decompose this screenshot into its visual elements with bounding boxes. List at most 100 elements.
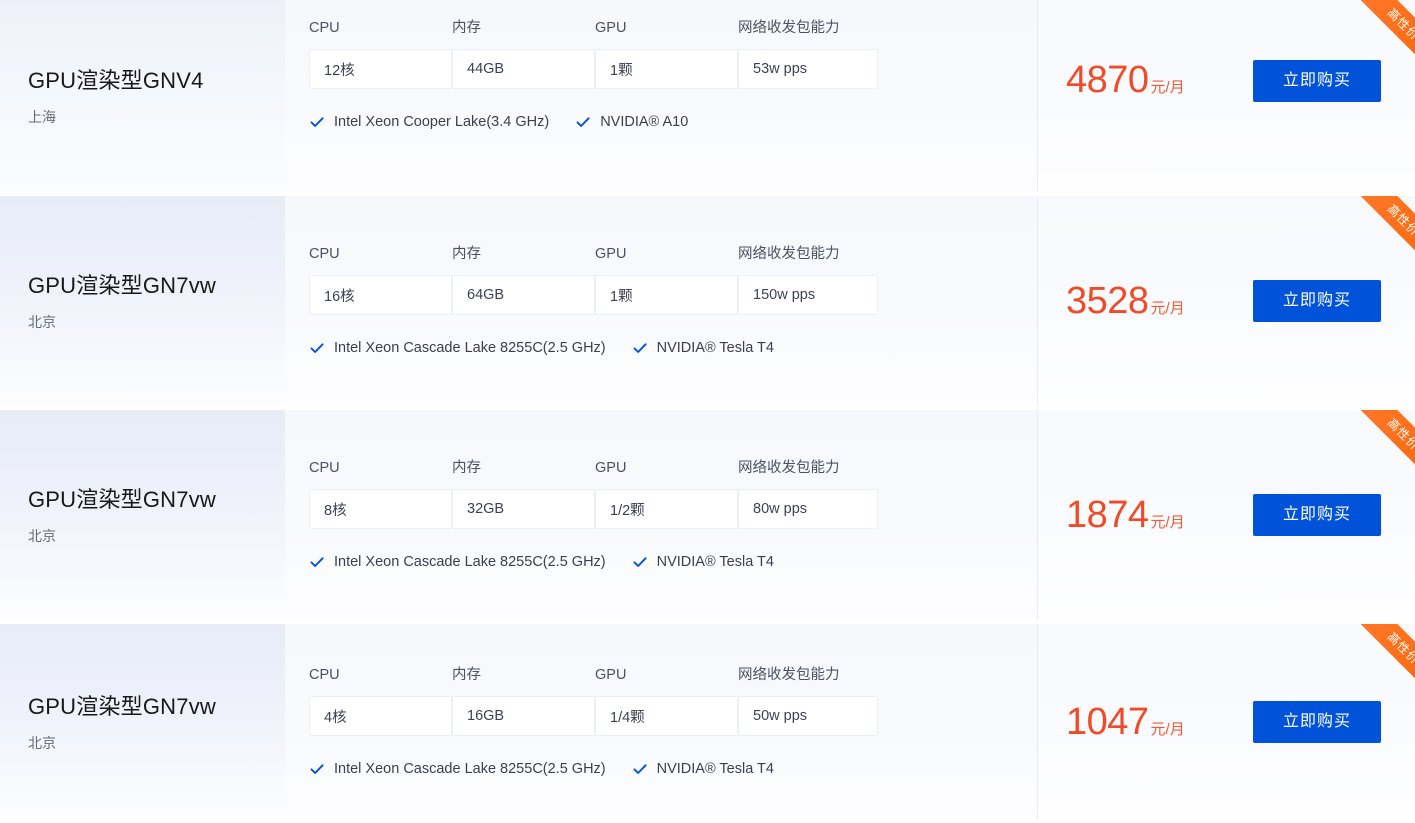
- plan-price-panel: 3528 元/月 立即购买: [1037, 196, 1415, 406]
- spec-value-cpu[interactable]: 4核: [309, 696, 452, 736]
- spec-value-memory[interactable]: 16GB: [452, 696, 595, 736]
- spec-value-gpu[interactable]: 1颗: [595, 275, 738, 315]
- plan-spec-panel: CPU 4核 内存 16GB GPU 1/4颗 网络收发包能力 50w pps: [285, 624, 1037, 820]
- spec-network: 网络收发包能力 53w pps: [738, 18, 894, 89]
- price-block: 3528 元/月: [1038, 281, 1253, 321]
- feature-item: Intel Xeon Cascade Lake 8255C(2.5 GHz): [309, 759, 606, 779]
- plan-card[interactable]: GPU渲染型GN7vw 北京 CPU 8核 内存 32GB GPU 1/2颗 网…: [0, 410, 1415, 620]
- spec-value-memory[interactable]: 64GB: [452, 275, 595, 315]
- feature-item: NVIDIA® Tesla T4: [632, 338, 774, 358]
- feature-item: NVIDIA® Tesla T4: [632, 759, 774, 779]
- price-unit: 元/月: [1150, 514, 1185, 531]
- plan-spec-panel: CPU 16核 内存 64GB GPU 1颗 网络收发包能力 150w pps: [285, 196, 1037, 406]
- plan-region: 北京: [28, 313, 56, 330]
- feature-text: NVIDIA® Tesla T4: [656, 340, 774, 356]
- spec-cpu: CPU 12核: [309, 18, 452, 89]
- spec-memory: 内存 32GB: [452, 458, 595, 529]
- spec-network: 网络收发包能力 150w pps: [738, 244, 894, 315]
- buy-now-button[interactable]: 立即购买: [1253, 280, 1381, 322]
- plan-price-panel: 1047 元/月 立即购买: [1037, 624, 1415, 820]
- spec-memory: 内存 44GB: [452, 18, 595, 89]
- check-icon: [576, 117, 590, 127]
- gpu-instance-plan-list: GPU渲染型GNV4 上海 CPU 12核 内存 44GB GPU 1颗 网络收…: [0, 0, 1415, 823]
- check-icon: [633, 764, 647, 774]
- spec-label-cpu: CPU: [309, 246, 340, 262]
- spec-cpu: CPU 16核: [309, 244, 452, 315]
- spec-value-memory[interactable]: 44GB: [452, 49, 595, 89]
- spec-row: CPU 12核 内存 44GB GPU 1颗 网络收发包能力 53w pps: [309, 18, 1037, 89]
- check-icon: [633, 557, 647, 567]
- price-amount: 1047: [1066, 701, 1149, 743]
- spec-gpu: GPU 1/4颗: [595, 665, 738, 736]
- spec-gpu: GPU 1颗: [595, 244, 738, 315]
- plan-card[interactable]: GPU渲染型GNV4 上海 CPU 12核 内存 44GB GPU 1颗 网络收…: [0, 0, 1415, 192]
- plan-card[interactable]: GPU渲染型GN7vw 北京 CPU 16核 内存 64GB GPU 1颗 网络…: [0, 196, 1415, 406]
- spec-value-cpu[interactable]: 16核: [309, 275, 452, 315]
- spec-network: 网络收发包能力 50w pps: [738, 665, 894, 736]
- spec-label-memory: 内存: [452, 460, 481, 476]
- spec-gpu: GPU 1/2颗: [595, 458, 738, 529]
- spec-value-network[interactable]: 80w pps: [738, 489, 878, 529]
- buy-now-button[interactable]: 立即购买: [1253, 494, 1381, 536]
- plan-identity-panel: GPU渲染型GN7vw 北京: [0, 624, 285, 820]
- spec-label-gpu: GPU: [595, 460, 627, 476]
- plan-region: 北京: [28, 527, 56, 544]
- spec-value-gpu[interactable]: 1/2颗: [595, 489, 738, 529]
- spec-value-network[interactable]: 50w pps: [738, 696, 878, 736]
- spec-value-cpu[interactable]: 8核: [309, 489, 452, 529]
- price-block: 1874 元/月: [1038, 495, 1253, 535]
- buy-now-button[interactable]: 立即购买: [1253, 701, 1381, 743]
- price-unit: 元/月: [1150, 79, 1185, 96]
- feature-item: Intel Xeon Cooper Lake(3.4 GHz): [309, 112, 549, 132]
- spec-label-network: 网络收发包能力: [738, 460, 840, 476]
- spec-row: CPU 16核 内存 64GB GPU 1颗 网络收发包能力 150w pps: [309, 244, 1037, 315]
- spec-label-cpu: CPU: [309, 667, 340, 683]
- plan-title: GPU渲染型GN7vw: [28, 272, 216, 298]
- price-unit: 元/月: [1150, 721, 1185, 738]
- spec-cpu: CPU 4核: [309, 665, 452, 736]
- plan-price-panel: 4870 元/月 立即购买: [1037, 0, 1415, 192]
- spec-label-network: 网络收发包能力: [738, 246, 840, 262]
- spec-value-memory[interactable]: 32GB: [452, 489, 595, 529]
- feature-text: NVIDIA® Tesla T4: [656, 761, 774, 777]
- plan-price-panel: 1874 元/月 立即购买: [1037, 410, 1415, 620]
- spec-value-cpu[interactable]: 12核: [309, 49, 452, 89]
- spec-value-network[interactable]: 53w pps: [738, 49, 878, 89]
- feature-text: Intel Xeon Cascade Lake 8255C(2.5 GHz): [334, 761, 606, 777]
- feature-item: Intel Xeon Cascade Lake 8255C(2.5 GHz): [309, 338, 606, 358]
- feature-text: Intel Xeon Cooper Lake(3.4 GHz): [334, 114, 550, 130]
- spec-value-gpu[interactable]: 1/4颗: [595, 696, 738, 736]
- spec-label-cpu: CPU: [309, 460, 340, 476]
- price-amount: 3528: [1066, 280, 1149, 322]
- feature-text: Intel Xeon Cascade Lake 8255C(2.5 GHz): [334, 554, 606, 570]
- plan-card[interactable]: GPU渲染型GN7vw 北京 CPU 4核 内存 16GB GPU 1/4颗 网…: [0, 624, 1415, 820]
- spec-label-cpu: CPU: [309, 20, 340, 36]
- feature-item: NVIDIA® Tesla T4: [632, 552, 774, 572]
- plan-title: GPU渲染型GNV4: [28, 67, 204, 93]
- spec-gpu: GPU 1颗: [595, 18, 738, 89]
- spec-label-memory: 内存: [452, 667, 481, 683]
- plan-spec-panel: CPU 12核 内存 44GB GPU 1颗 网络收发包能力 53w pps I…: [285, 0, 1037, 192]
- feature-text: NVIDIA® A10: [600, 114, 689, 130]
- buy-now-button[interactable]: 立即购买: [1253, 60, 1381, 102]
- check-icon: [310, 557, 324, 567]
- plan-title: GPU渲染型GN7vw: [28, 693, 216, 719]
- spec-label-gpu: GPU: [595, 246, 627, 262]
- spec-label-memory: 内存: [452, 246, 481, 262]
- plan-identity-panel: GPU渲染型GN7vw 北京: [0, 410, 285, 620]
- feature-row: Intel Xeon Cooper Lake(3.4 GHz) NVIDIA® …: [309, 112, 1037, 132]
- plan-title: GPU渲染型GN7vw: [28, 486, 216, 512]
- check-icon: [310, 343, 324, 353]
- feature-item: NVIDIA® A10: [575, 112, 688, 132]
- spec-value-gpu[interactable]: 1颗: [595, 49, 738, 89]
- plan-region: 上海: [28, 108, 56, 125]
- price-amount: 1874: [1066, 494, 1149, 536]
- spec-value-network[interactable]: 150w pps: [738, 275, 878, 315]
- spec-label-gpu: GPU: [595, 20, 627, 36]
- feature-row: Intel Xeon Cascade Lake 8255C(2.5 GHz) N…: [309, 338, 1037, 358]
- check-icon: [633, 343, 647, 353]
- check-icon: [310, 764, 324, 774]
- spec-memory: 内存 16GB: [452, 665, 595, 736]
- plan-region: 北京: [28, 734, 56, 751]
- spec-row: CPU 8核 内存 32GB GPU 1/2颗 网络收发包能力 80w pps: [309, 458, 1037, 529]
